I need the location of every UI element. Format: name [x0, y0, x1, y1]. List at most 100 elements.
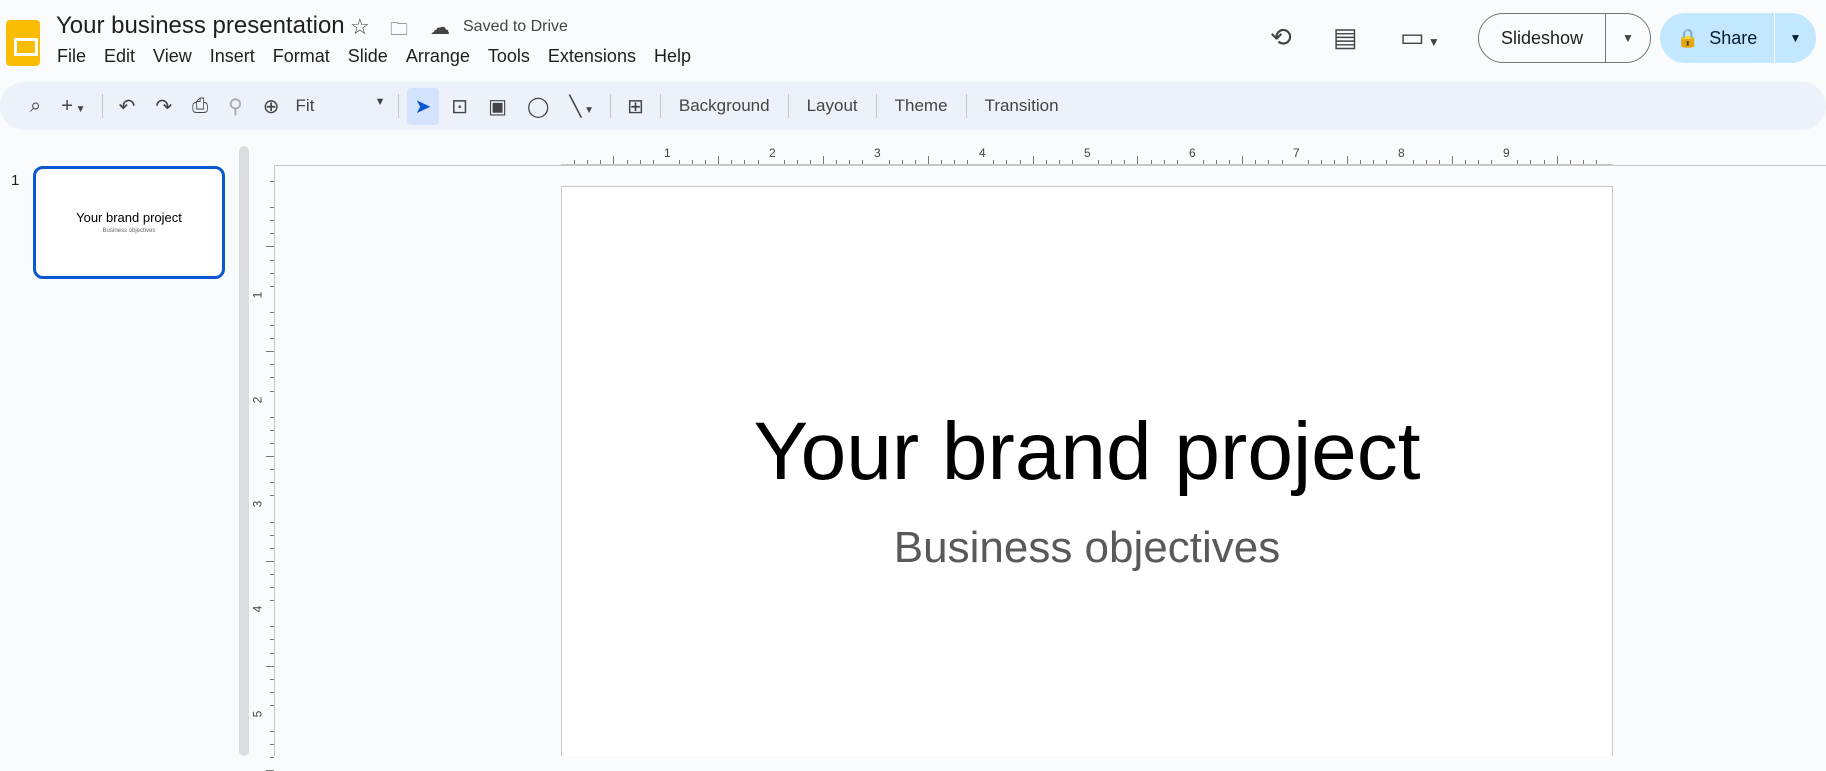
ruler-tick	[270, 704, 274, 706]
undo-icon[interactable]: ↶	[119, 94, 136, 119]
share-button[interactable]: 🔒 Share ▼	[1660, 13, 1816, 63]
ruler-tick	[1242, 156, 1244, 164]
ruler-tick	[967, 160, 969, 164]
zoom-value: Fit	[295, 96, 315, 115]
menu-format[interactable]: Format	[264, 46, 339, 67]
star-icon[interactable]: ☆	[350, 14, 370, 40]
search-menus-icon[interactable]: ⌕	[30, 95, 41, 118]
meet-icon[interactable]: ▭ ▼	[1400, 22, 1440, 53]
ruler-tick	[1071, 160, 1073, 164]
slide-title[interactable]: Your brand project	[561, 405, 1613, 499]
ruler-label: 4	[250, 605, 265, 613]
ruler-label: 7	[1293, 146, 1300, 160]
paint-format-icon[interactable]: ⚲	[228, 94, 243, 119]
ruler-tick	[1229, 160, 1231, 164]
menu-slide[interactable]: Slide	[339, 46, 397, 67]
print-icon[interactable]: ⎙	[192, 95, 208, 118]
ruler-label: 4	[979, 146, 986, 160]
ruler-tick	[270, 469, 274, 471]
share-label: Share	[1709, 27, 1758, 48]
select-cursor-icon[interactable]: ➤	[406, 87, 440, 125]
ruler-tick	[1137, 156, 1139, 164]
ruler-tick	[1438, 160, 1440, 164]
ruler-tick	[993, 160, 995, 164]
ruler-tick	[270, 272, 274, 274]
ruler-tick	[1268, 160, 1270, 164]
ruler-tick	[270, 495, 274, 497]
divider	[397, 94, 399, 118]
menu-edit[interactable]: Edit	[95, 46, 144, 67]
move-folder-icon[interactable]: 🗀	[390, 17, 408, 47]
ruler-tick	[266, 246, 274, 248]
menu-file[interactable]: File	[56, 46, 95, 67]
ruler-tick	[1347, 156, 1348, 164]
slideshow-button[interactable]: Slideshow ▼	[1478, 13, 1651, 63]
zoom-select[interactable]: Fit ▼	[296, 96, 386, 116]
ruler-tick	[1006, 160, 1008, 164]
ruler-tick	[888, 160, 890, 164]
ruler-tick	[1058, 160, 1060, 164]
ruler-label: 1	[250, 291, 265, 299]
ruler-tick	[652, 160, 654, 164]
ruler-tick	[692, 160, 693, 164]
ruler-tick	[270, 442, 274, 444]
ruler-label: 5	[1084, 146, 1091, 160]
ruler-tick	[705, 160, 707, 164]
ruler-tick	[266, 560, 274, 562]
comments-icon[interactable]: ▤	[1333, 22, 1358, 53]
vertical-ruler[interactable]: 1 2 3 4 5	[250, 180, 274, 771]
new-slide-icon[interactable]: + ▼	[61, 95, 85, 118]
ruler-tick	[1111, 160, 1113, 164]
menu-arrange[interactable]: Arrange	[397, 46, 479, 67]
ruler-tick	[1045, 160, 1047, 164]
text-box-icon[interactable]: ⊡	[451, 94, 468, 119]
background-button[interactable]: Background	[667, 96, 782, 116]
ruler-tick	[600, 160, 602, 164]
ruler-label: 2	[250, 396, 265, 404]
transition-button[interactable]: Transition	[973, 96, 1071, 116]
menu-view[interactable]: View	[144, 46, 201, 67]
lock-icon: 🔒	[1676, 27, 1700, 48]
ruler-tick	[270, 652, 274, 654]
ruler-label: 6	[1189, 146, 1196, 160]
theme-button[interactable]: Theme	[883, 96, 960, 116]
layout-button[interactable]: Layout	[795, 96, 870, 116]
menu-insert[interactable]: Insert	[201, 46, 264, 67]
ruler-tick	[1373, 160, 1375, 164]
ruler-tick	[270, 482, 274, 484]
ruler-tick	[270, 338, 274, 340]
version-history-icon[interactable]: ⟲	[1270, 22, 1292, 53]
slide-thumbnail[interactable]: Your brand project Business objectives	[33, 166, 225, 279]
slideshow-label[interactable]: Slideshow	[1479, 14, 1606, 62]
redo-icon[interactable]: ↷	[155, 94, 172, 119]
zoom-icon[interactable]: ⊕	[263, 94, 280, 119]
image-icon[interactable]: ▣	[488, 94, 507, 119]
divider	[787, 94, 789, 118]
ruler-tick	[1281, 160, 1283, 164]
ruler-tick	[836, 160, 838, 164]
ruler-tick	[1032, 156, 1034, 164]
add-comment-icon[interactable]: ⊞	[627, 94, 644, 119]
ruler-label: 1	[664, 146, 671, 160]
ruler-tick	[1202, 160, 1204, 164]
cloud-saved-icon[interactable]: ☁	[430, 15, 450, 40]
slides-logo[interactable]	[6, 20, 40, 66]
ruler-tick	[809, 160, 811, 164]
filmstrip-scrollbar[interactable]	[239, 146, 249, 756]
slide-subtitle[interactable]: Business objectives	[561, 523, 1613, 573]
menu-help[interactable]: Help	[645, 46, 700, 67]
shape-icon[interactable]: ◯	[527, 94, 549, 119]
share-main[interactable]: 🔒 Share	[1660, 13, 1775, 63]
ruler-tick	[1098, 160, 1100, 164]
thumbnail-title: Your brand project	[76, 210, 182, 225]
horizontal-ruler[interactable]: 1 2 3 4 5 6 7 8 9	[561, 146, 1613, 165]
slideshow-dropdown-icon[interactable]: ▼	[1606, 31, 1650, 45]
document-title[interactable]: Your business presentation	[56, 12, 345, 40]
ruler-tick	[1412, 160, 1414, 164]
ruler-tick	[639, 160, 641, 164]
line-icon[interactable]: ╲ ▼	[569, 94, 594, 119]
menu-tools[interactable]: Tools	[479, 46, 539, 67]
ruler-tick	[1019, 160, 1021, 164]
share-dropdown-icon[interactable]: ▼	[1775, 31, 1816, 45]
menu-extensions[interactable]: Extensions	[539, 46, 645, 67]
